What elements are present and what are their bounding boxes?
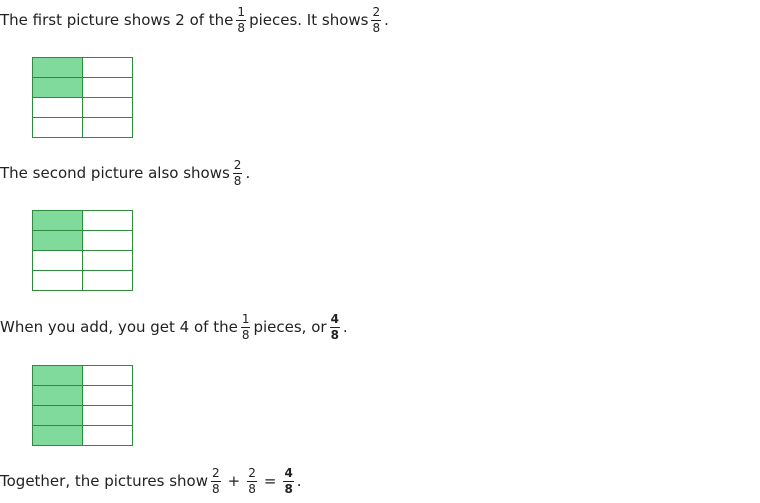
grid-cell (32, 250, 83, 271)
fraction-numerator: 2 (233, 157, 242, 172)
grid-cell (82, 250, 133, 271)
grid-cell (82, 365, 133, 386)
statement-4-period: . (296, 472, 302, 490)
grid-cell-shaded (32, 405, 83, 426)
fraction-denominator: 8 (212, 481, 220, 496)
grid-cell (82, 230, 133, 251)
fraction-grid-1 (32, 57, 133, 138)
fraction-denominator: 8 (233, 173, 242, 188)
fraction-denominator: 8 (372, 20, 381, 35)
grid-cell (82, 57, 133, 78)
grid-cell (82, 97, 133, 118)
fraction-numerator: 2 (372, 4, 381, 19)
statement-1: The first picture shows 2 of the 1 8 pie… (0, 3, 389, 37)
statement-1-text-a: The first picture shows 2 of the (0, 11, 234, 29)
fraction-two-eighths-second: 2 8 (247, 465, 257, 496)
fraction-one-eighth: 1 8 (236, 4, 247, 35)
statement-3-text-b: pieces, or (253, 318, 327, 336)
grid-cell (82, 117, 133, 138)
fraction-grid-2 (32, 210, 133, 291)
grid-cell-shaded (32, 425, 83, 446)
fraction-two-eighths: 2 8 (232, 157, 243, 188)
equals-sign: = (263, 472, 277, 490)
statement-4: Together, the pictures show 2 8 + 2 8 = … (0, 464, 302, 498)
grid-cell (82, 270, 133, 291)
fraction-numerator: 1 (237, 4, 246, 19)
fraction-four-eighths: 4 8 (329, 311, 340, 342)
fraction-grid-3 (32, 365, 133, 446)
statement-2-text: The second picture also shows (0, 164, 230, 182)
statement-3-period: . (342, 318, 348, 336)
grid-cell (82, 77, 133, 98)
grid-cell (32, 270, 83, 291)
statement-2-period: . (245, 164, 251, 182)
fraction-numerator: 1 (241, 311, 250, 326)
statement-4-text: Together, the pictures show (0, 472, 208, 490)
statement-1-period: . (384, 11, 389, 29)
fraction-numerator: 2 (248, 465, 256, 480)
fraction-denominator: 8 (241, 327, 250, 342)
fraction-four-eighths: 4 8 (283, 465, 294, 496)
grid-cell-shaded (32, 210, 83, 231)
fraction-numerator: 2 (212, 465, 220, 480)
fraction-denominator: 8 (248, 481, 256, 496)
fraction-denominator: 8 (284, 481, 293, 496)
fraction-one-eighth: 1 8 (240, 311, 251, 342)
grid-cell (82, 425, 133, 446)
grid-cell (82, 385, 133, 406)
fraction-numerator: 4 (330, 311, 339, 326)
fraction-denominator: 8 (330, 327, 339, 342)
statement-3-text-a: When you add, you get 4 of the (0, 318, 238, 336)
fraction-denominator: 8 (237, 20, 246, 35)
statement-2: The second picture also shows 2 8 . (0, 156, 250, 190)
fraction-numerator: 4 (284, 465, 293, 480)
grid-cell-shaded (32, 385, 83, 406)
statement-1-text-b: pieces. It shows (249, 11, 369, 29)
fraction-two-eighths-first: 2 8 (211, 465, 221, 496)
grid-cell (82, 210, 133, 231)
grid-cell (82, 405, 133, 426)
fraction-two-eighths: 2 8 (371, 4, 382, 35)
plus-sign: + (227, 472, 241, 490)
statement-3: When you add, you get 4 of the 1 8 piece… (0, 310, 348, 344)
grid-cell-shaded (32, 230, 83, 251)
grid-cell (32, 97, 83, 118)
grid-cell (32, 117, 83, 138)
grid-cell-shaded (32, 365, 83, 386)
grid-cell-shaded (32, 57, 83, 78)
grid-cell-shaded (32, 77, 83, 98)
